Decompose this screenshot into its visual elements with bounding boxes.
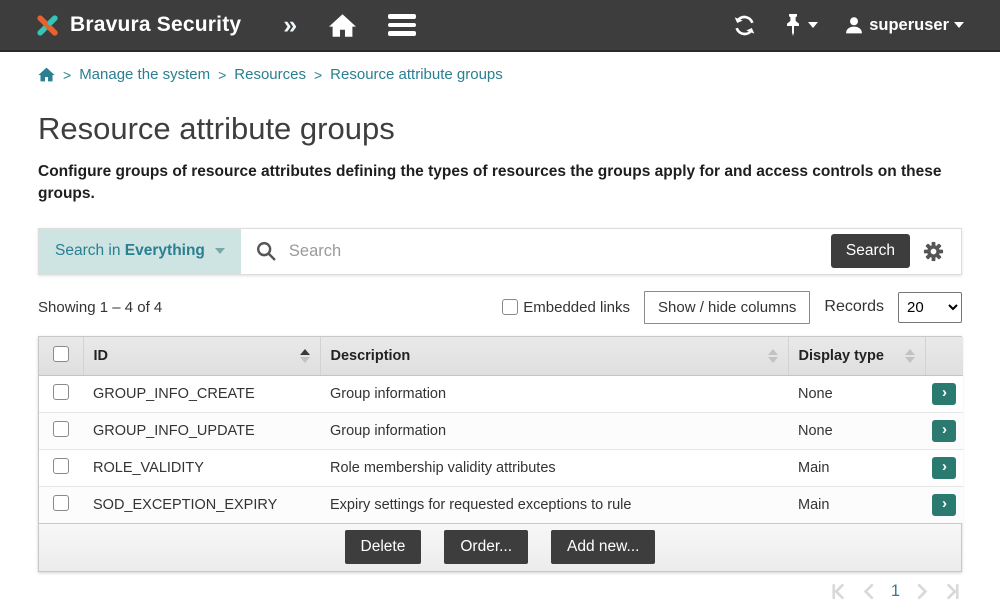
cell-id: ROLE_VALIDITY <box>83 448 320 487</box>
column-label-description: Description <box>330 347 411 364</box>
breadcrumb-separator: > <box>63 66 72 83</box>
table-row: GROUP_INFO_UPDATE Group information None… <box>39 411 963 450</box>
next-page-button[interactable] <box>912 582 931 601</box>
row-open-button[interactable]: › <box>932 456 956 479</box>
breadcrumb-home-icon[interactable] <box>38 67 55 82</box>
cell-display-type: Main <box>788 448 925 487</box>
select-all-header[interactable] <box>39 336 83 376</box>
cell-id: GROUP_INFO_UPDATE <box>83 411 320 450</box>
sort-ascending-icon <box>299 348 310 363</box>
gear-icon <box>923 241 944 262</box>
pin-menu-button[interactable] <box>783 13 819 37</box>
search-panel: Search in Everything Search <box>38 227 962 275</box>
cell-description: Expiry settings for requested exceptions… <box>320 485 788 523</box>
sort-both-icon <box>904 348 915 363</box>
embedded-links-toggle[interactable]: Embedded links <box>502 299 630 316</box>
current-page: 1 <box>890 581 900 600</box>
row-checkbox[interactable] <box>53 383 69 400</box>
column-label-id: ID <box>93 347 109 364</box>
breadcrumb-separator: > <box>218 66 227 83</box>
embedded-links-checkbox[interactable] <box>502 299 519 316</box>
last-page-button[interactable] <box>943 582 962 601</box>
search-scope-dropdown[interactable]: Search in Everything <box>39 228 241 274</box>
username: superuser <box>869 15 949 34</box>
search-scope-prefix: Search in <box>55 242 121 260</box>
sort-both-icon <box>767 348 778 363</box>
brand-name: Bravura Security <box>70 13 242 36</box>
select-all-checkbox[interactable] <box>52 345 69 362</box>
show-hide-columns-button[interactable]: Show / hide columns <box>644 290 811 324</box>
records-select[interactable]: 20 <box>898 291 962 323</box>
list-controls: Showing 1 – 4 of 4 Embedded links Show /… <box>38 290 962 324</box>
search-input[interactable] <box>286 240 817 262</box>
brand-logo-icon <box>34 12 61 39</box>
cell-description: Group information <box>320 411 788 450</box>
previous-page-button[interactable] <box>860 582 879 601</box>
cell-description: Group information <box>320 374 788 413</box>
table-row: ROLE_VALIDITY Role membership validity a… <box>39 448 963 487</box>
resource-attribute-groups-table: ID Description Display type GROUP_INFO_C… <box>38 335 963 572</box>
breadcrumb-separator: > <box>313 66 323 83</box>
page-title: Resource attribute groups <box>38 111 395 146</box>
search-icon <box>255 240 277 262</box>
cell-description: Role membership validity attributes <box>320 448 788 487</box>
brand[interactable]: Bravura Security <box>34 12 241 39</box>
refresh-icon <box>734 15 755 35</box>
table-row: GROUP_INFO_CREATE Group information None… <box>39 374 963 413</box>
table-row: SOD_EXCEPTION_EXPIRY Expiry settings for… <box>39 485 963 523</box>
breadcrumb-link-resources[interactable]: Resources <box>234 66 306 83</box>
row-open-button[interactable]: › <box>932 382 956 405</box>
breadcrumb: > Manage the system > Resources > Resour… <box>0 52 1000 87</box>
row-checkbox[interactable] <box>53 494 69 511</box>
row-open-button[interactable]: › <box>932 419 956 442</box>
refresh-button[interactable] <box>732 13 757 38</box>
cell-id: SOD_EXCEPTION_EXPIRY <box>83 485 320 523</box>
breadcrumb-link-resource-attribute-groups[interactable]: Resource attribute groups <box>330 66 503 83</box>
breadcrumb-link-manage-the-system[interactable]: Manage the system <box>79 66 210 83</box>
search-button[interactable]: Search <box>830 234 910 269</box>
table-header-row: ID Description Display type <box>39 336 963 376</box>
column-header-id[interactable]: ID <box>82 336 320 376</box>
menu-button[interactable] <box>388 14 417 36</box>
order-button[interactable]: Order... <box>444 529 529 564</box>
settings-button[interactable] <box>922 240 961 263</box>
expand-sidebar-icon[interactable]: » <box>283 12 297 38</box>
search-scope-value: Everything <box>124 242 205 260</box>
first-page-button[interactable] <box>829 582 848 601</box>
pin-caret-icon <box>808 22 819 28</box>
row-checkbox[interactable] <box>53 457 69 474</box>
row-open-button[interactable]: › <box>932 493 956 516</box>
cell-display-type: Main <box>788 485 925 523</box>
column-label-display-type: Display type <box>798 347 884 364</box>
user-icon <box>846 17 863 34</box>
pagination: 1 <box>38 582 962 601</box>
home-button[interactable] <box>329 13 357 38</box>
cell-display-type: None <box>788 374 925 413</box>
cell-id: GROUP_INFO_CREATE <box>83 374 320 413</box>
row-checkbox[interactable] <box>53 420 69 437</box>
table-body: GROUP_INFO_CREATE Group information None… <box>39 374 963 523</box>
table-footer: Delete Order... Add new... <box>39 522 961 571</box>
page-description: Configure groups of resource attributes … <box>38 163 942 203</box>
pin-icon <box>787 14 800 36</box>
delete-button[interactable]: Delete <box>344 529 422 564</box>
cell-display-type: None <box>788 411 925 450</box>
column-header-description[interactable]: Description <box>319 336 788 376</box>
scope-caret-icon <box>214 248 225 255</box>
add-new-button[interactable]: Add new... <box>551 529 656 564</box>
showing-count: Showing 1 – 4 of 4 <box>38 298 163 316</box>
column-header-display-type[interactable]: Display type <box>787 336 925 376</box>
user-caret-icon <box>954 22 964 28</box>
column-header-actions <box>924 336 963 376</box>
home-icon <box>329 13 357 37</box>
records-label: Records <box>824 298 884 316</box>
user-menu-button[interactable]: superuser <box>844 15 964 35</box>
top-navbar: Bravura Security » superuser <box>0 0 1000 52</box>
embedded-links-label: Embedded links <box>523 298 631 316</box>
